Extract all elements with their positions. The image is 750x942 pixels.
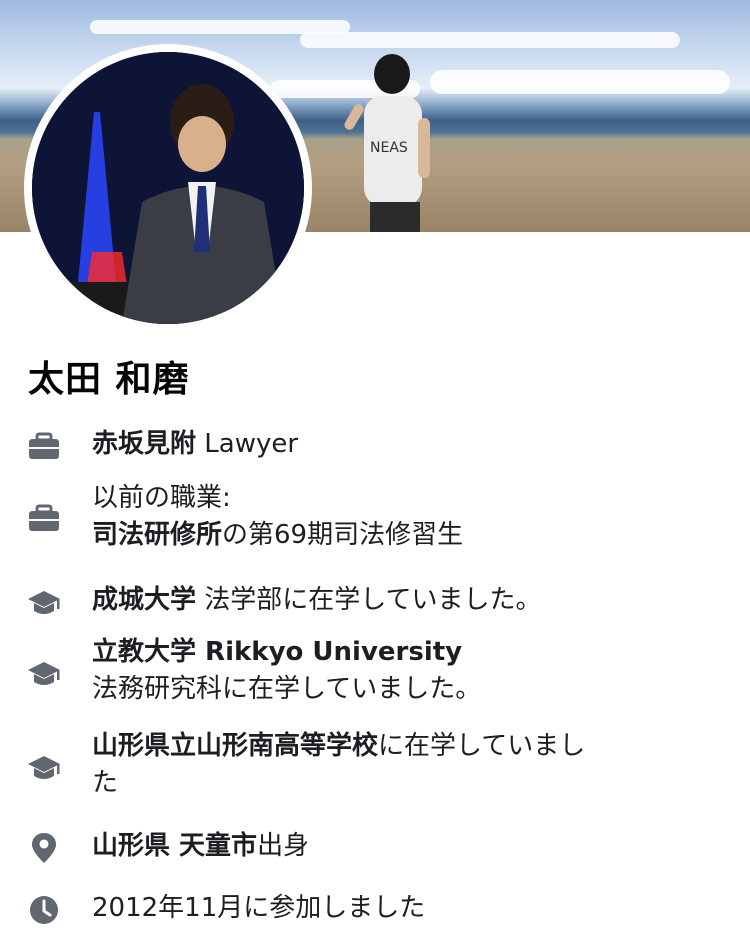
work-previous-place[interactable]: 司法研修所: [92, 520, 222, 550]
profile-avatar[interactable]: [24, 44, 312, 332]
education-school-1[interactable]: 成城大学: [92, 585, 196, 615]
graduation-cap-icon: [26, 656, 62, 692]
hometown-suffix: 出身: [257, 831, 310, 861]
work-previous-row[interactable]: 以前の職業: 司法研修所の第69期司法修習生: [0, 480, 750, 560]
joined-text: 2012年11月に参加しました: [92, 893, 426, 923]
education-detail-3: に在学していまし: [378, 731, 586, 761]
svg-text:NEAS: NEAS: [370, 140, 408, 156]
graduation-cap-icon: [26, 750, 62, 786]
briefcase-icon: [26, 500, 62, 536]
hometown-place[interactable]: 山形県 天童市: [92, 831, 257, 861]
education-row-1[interactable]: 成城大学 法学部に在学していました。: [0, 582, 750, 622]
education-school-3[interactable]: 山形県立山形南高等学校: [92, 731, 378, 761]
work-current-title: Lawyer: [196, 429, 299, 459]
work-current-place[interactable]: 赤坂見附: [92, 429, 196, 459]
education-school-2[interactable]: 立教大学 Rikkyo University: [92, 634, 692, 671]
education-row-2[interactable]: 立教大学 Rikkyo University 法務研究科に在学していました。: [0, 634, 750, 714]
education-detail-3-cont: た: [92, 768, 119, 798]
profile-name: 太田 和磨: [28, 359, 190, 400]
location-pin-icon: [26, 830, 62, 866]
work-previous-label: 以前の職業:: [92, 483, 231, 513]
joined-row: 2012年11月に参加しました: [0, 890, 750, 930]
clock-icon: [26, 892, 62, 928]
cover-person-image: NEAS: [344, 54, 430, 232]
education-row-3[interactable]: 山形県立山形南高等学校に在学していまし た: [0, 728, 750, 808]
graduation-cap-icon: [26, 585, 62, 621]
briefcase-icon: [26, 428, 62, 464]
work-previous-title: の第69期司法修習生: [222, 520, 464, 550]
avatar-photo: [32, 52, 304, 324]
education-detail-1: 法学部に在学していました。: [196, 585, 542, 615]
education-detail-2: 法務研究科に在学していました。: [92, 674, 482, 704]
work-current-row[interactable]: 赤坂見附 Lawyer: [0, 424, 750, 464]
hometown-row[interactable]: 山形県 天童市出身: [0, 828, 750, 868]
